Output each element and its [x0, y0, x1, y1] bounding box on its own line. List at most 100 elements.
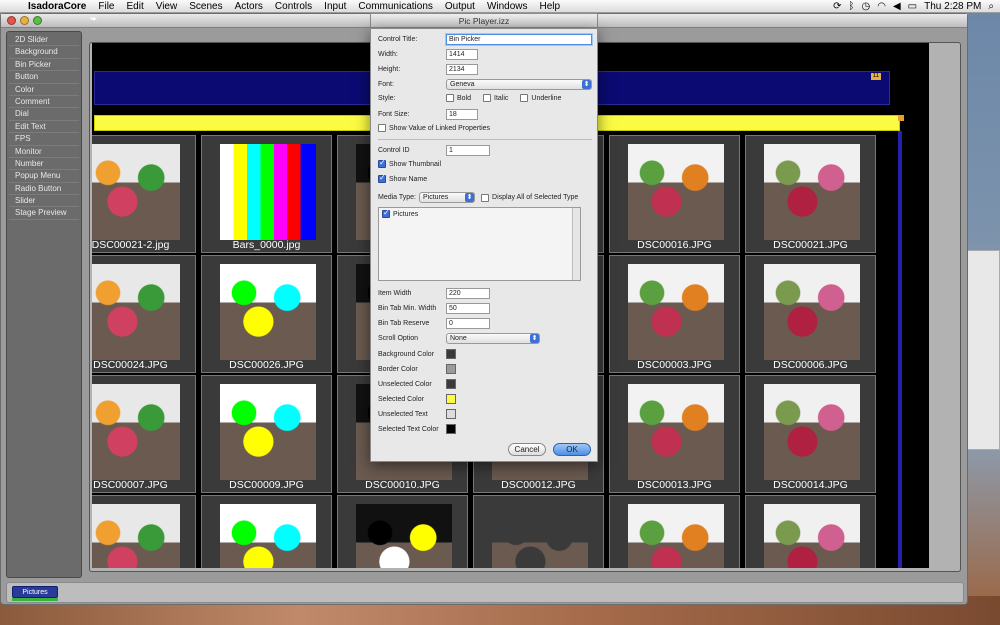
color-swatch[interactable]: [446, 364, 456, 374]
thumbnail-cell[interactable]: [92, 495, 196, 568]
palette-item-stage-preview[interactable]: Stage Preview: [9, 207, 79, 220]
thumbnail-cell[interactable]: DSC00006.JPG: [745, 255, 876, 373]
palette-item-fps[interactable]: FPS: [9, 133, 79, 146]
menu-file[interactable]: File: [92, 0, 120, 13]
palette-item-dial[interactable]: Dial: [9, 108, 79, 121]
height-label: Height:: [378, 66, 401, 73]
list-item[interactable]: Pictures: [382, 208, 418, 218]
menu-controls[interactable]: Controls: [269, 0, 318, 13]
thumbnail-cell[interactable]: [201, 495, 332, 568]
display-all-checkbox[interactable]: [481, 193, 490, 202]
color-swatch[interactable]: [446, 349, 456, 359]
clock-icon[interactable]: ◷: [862, 1, 871, 12]
palette-item-background[interactable]: Background: [9, 46, 79, 59]
media-type-select[interactable]: Pictures: [419, 192, 476, 203]
height-row: Height: 2134: [378, 64, 478, 75]
media-list[interactable]: Pictures: [378, 207, 581, 281]
control-title-input[interactable]: Bin Picker: [446, 34, 592, 45]
palette-item-edit-text[interactable]: Edit Text: [9, 121, 79, 134]
show-thumbnail-row: Show Thumbnail: [378, 158, 441, 168]
height-input[interactable]: 2134: [446, 64, 478, 75]
menu-view[interactable]: View: [150, 0, 184, 13]
bin-tab-min-input[interactable]: 50: [446, 303, 490, 314]
minimize-icon[interactable]: [20, 16, 29, 25]
cancel-button[interactable]: Cancel: [508, 443, 546, 456]
zoom-icon[interactable]: [33, 16, 42, 25]
palette-item-monitor[interactable]: Monitor: [9, 146, 79, 158]
menu-input[interactable]: Input: [318, 0, 352, 13]
clock[interactable]: Thu 2:28 PM: [924, 1, 981, 12]
thumbnail-cell[interactable]: DSC00016.JPG: [609, 135, 740, 253]
menu-output[interactable]: Output: [439, 0, 481, 13]
palette-item-color[interactable]: Color: [9, 84, 79, 96]
item-width-input[interactable]: 220: [446, 288, 490, 299]
battery-icon[interactable]: ▭: [908, 1, 917, 12]
menu-app[interactable]: IsadoraCore: [22, 0, 92, 13]
thumbnail-label: DSC00003.JPG: [637, 359, 712, 371]
font-size-input[interactable]: 18: [446, 109, 478, 120]
color-swatch[interactable]: [446, 409, 456, 419]
thumbnail-cell[interactable]: DSC00007.JPG: [92, 375, 196, 493]
color-swatch[interactable]: [446, 394, 456, 404]
color-swatch[interactable]: [446, 424, 456, 434]
show-name-label: Show Name: [389, 175, 428, 183]
palette-item-slider[interactable]: Slider: [9, 195, 79, 208]
menu-edit[interactable]: Edit: [120, 0, 149, 13]
show-name-checkbox[interactable]: [378, 173, 386, 183]
control-icon[interactable]: ▪▸: [90, 14, 97, 23]
control-id-input[interactable]: 1: [446, 145, 490, 156]
bold-checkbox[interactable]: [446, 94, 454, 102]
thumbnail-cell[interactable]: Bars_0000.jpg: [201, 135, 332, 253]
underline-checkbox[interactable]: [520, 94, 529, 102]
width-label: Width:: [378, 51, 398, 58]
list-scrollbar[interactable]: [572, 208, 580, 280]
palette-item-button[interactable]: Button: [9, 71, 79, 84]
tab-pictures[interactable]: Pictures: [12, 586, 58, 598]
wifi-icon[interactable]: ◠: [877, 1, 886, 12]
thumbnail-cell[interactable]: [609, 495, 740, 568]
palette-item-2d-slider[interactable]: 2D Slider: [9, 34, 79, 47]
yellow-badge: [898, 115, 904, 121]
palette-item-number[interactable]: Number: [9, 158, 79, 171]
font-select[interactable]: Geneva: [446, 79, 592, 90]
thumbnail-cell[interactable]: DSC00026.JPG: [201, 255, 332, 373]
thumbnail-cell[interactable]: DSC00003.JPG: [609, 255, 740, 373]
menu-actors[interactable]: Actors: [229, 0, 269, 13]
thumbnail-cell[interactable]: DSC00009.JPG: [201, 375, 332, 493]
thumbnail-cell[interactable]: DSC00021-2.jpg: [92, 135, 196, 253]
thumbnail-cell[interactable]: DSC00014.JPG: [745, 375, 876, 493]
thumbnail-cell[interactable]: [745, 495, 876, 568]
ok-button[interactable]: OK: [553, 443, 591, 456]
scroll-option-select[interactable]: None: [446, 333, 540, 344]
thumbnail-cell[interactable]: [473, 495, 604, 568]
palette-item-bin-picker[interactable]: Bin Picker: [9, 59, 79, 72]
palette-item-radio-button[interactable]: Radio Button: [9, 183, 79, 196]
thumbnail-cell[interactable]: [337, 495, 468, 568]
color-swatch[interactable]: [446, 379, 456, 389]
spotlight-icon[interactable]: ⌕: [988, 1, 994, 12]
font-size-row: Font Size: 18: [378, 109, 478, 120]
thumbnail-label: DSC00026.JPG: [229, 359, 304, 371]
color-row: Selected Color: [378, 394, 456, 404]
italic-checkbox[interactable]: [483, 94, 492, 102]
show-linked-checkbox[interactable]: [378, 124, 386, 132]
bin-tab-reserve-input[interactable]: 0: [446, 318, 490, 329]
menu-communications[interactable]: Communications: [352, 0, 438, 13]
width-input[interactable]: 1414: [446, 49, 478, 60]
menu-help[interactable]: Help: [534, 0, 567, 13]
menu-windows[interactable]: Windows: [481, 0, 534, 13]
pictures-checkbox[interactable]: [382, 208, 390, 218]
palette-item-popup-menu[interactable]: Popup Menu: [9, 170, 79, 183]
show-thumbnail-checkbox[interactable]: [378, 158, 386, 168]
thumbnail-cell[interactable]: DSC00024.JPG: [92, 255, 196, 373]
volume-icon[interactable]: ◀: [893, 1, 901, 12]
close-icon[interactable]: [7, 16, 16, 25]
menu-scenes[interactable]: Scenes: [183, 0, 228, 13]
thumbnail-cell[interactable]: DSC00021.JPG: [745, 135, 876, 253]
thumbnail-cell[interactable]: DSC00013.JPG: [609, 375, 740, 493]
palette-item-comment[interactable]: Comment: [9, 96, 79, 109]
sync-icon[interactable]: ⟳: [833, 1, 841, 12]
control-title-label: Control Title:: [378, 36, 418, 43]
bin-tab-min-row: Bin Tab Min. Width 50: [378, 303, 490, 314]
bluetooth-icon[interactable]: ᛒ: [849, 1, 855, 12]
